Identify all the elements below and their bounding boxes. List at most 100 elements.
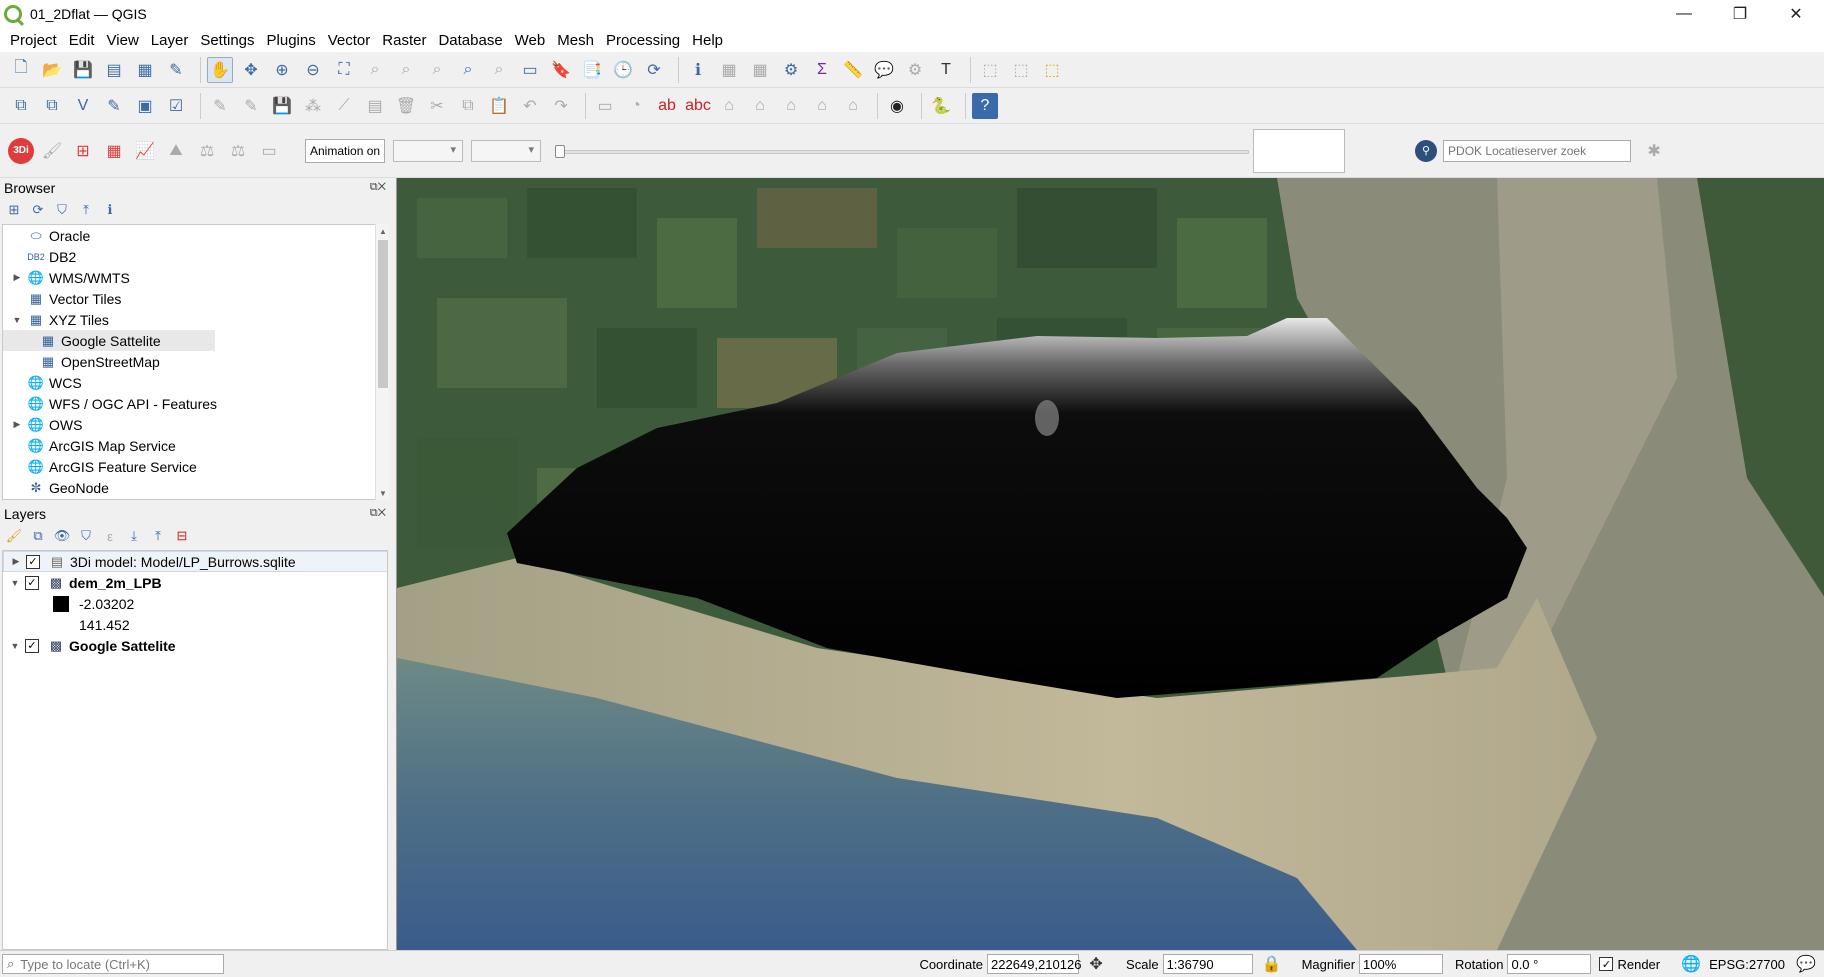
delete-selected-icon[interactable]: 🗑 [393,93,419,119]
show-bookmarks-icon[interactable]: 📑 [579,57,605,83]
locator-search[interactable]: ⌕ Type to locate (Ctrl+K) [2,954,224,974]
new-bookmark-icon[interactable]: 🔖 [548,57,574,83]
expander[interactable]: ▶ [11,272,23,283]
diagram-tool-icon[interactable]: ◔ [623,93,649,119]
expander[interactable]: ▼ [9,578,21,588]
new-project-icon[interactable]: 🗋 [8,57,34,83]
animation-type-combo[interactable] [471,139,542,162]
browser-item-geonode[interactable]: ✼ GeoNode [3,477,375,498]
new-map-view-icon[interactable]: ▭ [517,57,543,83]
filter-browser-icon[interactable]: ⛉ [52,200,72,220]
magnifier-spinbox[interactable]: 100% [1359,954,1444,974]
add-point-icon[interactable]: ⁂ [300,93,326,119]
menu-mesh[interactable]: Mesh [551,32,600,49]
expander[interactable]: ▼ [11,315,23,325]
coordinate-field[interactable]: 222649,210126 [987,954,1081,974]
panel-float-close-icon[interactable]: ⧉✕ [370,181,386,194]
redo-icon[interactable]: ↷ [548,93,574,119]
deselect-icon[interactable]: ⬚ [1008,57,1034,83]
measure-line-icon[interactable]: 📏 [840,57,866,83]
crs-label[interactable]: EPSG:27700 [1709,957,1785,972]
browser-item-google-sattelite[interactable]: ▦ Google Sattelite [3,330,215,351]
layer-visibility-checkbox[interactable]: ✓ [26,554,40,569]
save-project-icon[interactable]: 💾 [70,57,96,83]
restore-button[interactable]: ❐ [1712,0,1768,28]
zoom-last-icon[interactable]: ⌕ [455,57,481,83]
browser-item-ows[interactable]: ▶ 🌐 OWS [3,414,375,435]
modify-attributes-icon[interactable]: ▤ [362,93,388,119]
collapse-all-icon[interactable]: ⤒ [148,526,168,546]
menu-edit[interactable]: Edit [63,32,101,49]
browser-item-wfs[interactable]: 🌐 WFS / OGC API - Features [3,393,375,414]
layer-visibility-checkbox[interactable]: ✓ [25,575,39,590]
menu-help[interactable]: Help [686,32,729,49]
statistics-icon[interactable]: ⚖ [225,138,251,164]
pdok-clear-icon[interactable]: ✱ [1641,138,1667,164]
scale-combo[interactable]: 1:36790 [1162,954,1253,974]
animation-variable-combo[interactable] [393,139,464,162]
menu-settings[interactable]: Settings [194,32,260,49]
statistical-summary-icon[interactable]: Σ [809,57,835,83]
expand-all-icon[interactable]: ⤓ [124,526,144,546]
show-hide-labels-icon[interactable]: ⌂ [747,93,773,119]
render-checkbox[interactable]: ✓ [1599,957,1614,971]
layer-labeling-icon[interactable]: ab [654,93,680,119]
browser-item-arcgis-map-service[interactable]: 🌐 ArcGIS Map Service [3,435,375,456]
add-vector-layer-icon[interactable]: ⧉ [8,93,34,119]
add-raster-layer-icon[interactable]: ⧉ [39,93,65,119]
menu-plugins[interactable]: Plugins [261,32,322,49]
filter-by-expression-icon[interactable]: ε [100,526,120,546]
menu-database[interactable]: Database [432,32,508,49]
messages-icon[interactable]: 💬 [1793,951,1819,977]
result-manager-icon[interactable]: ▦ [101,138,127,164]
processing-toolbox-icon[interactable]: ⚙ [778,57,804,83]
manage-map-themes-icon[interactable]: 👁 [52,526,72,546]
expander[interactable]: ▶ [10,556,22,567]
style-manager-icon[interactable]: ✎ [163,57,189,83]
paste-features-icon[interactable]: 📋 [486,93,512,119]
menu-web[interactable]: Web [509,32,552,49]
open-attribute-table-icon[interactable]: ▦ [716,57,742,83]
menu-vector[interactable]: Vector [322,32,377,49]
toggle-extents-icon[interactable]: ✥ [1083,951,1109,977]
deselect-all-layers-icon[interactable]: ⬚ [1039,57,1065,83]
zoom-native-icon[interactable]: ⌕ [424,57,450,83]
expander[interactable]: ▶ [11,419,23,430]
cut-features-icon[interactable]: ✂ [424,93,450,119]
menu-processing[interactable]: Processing [600,32,686,49]
properties-icon[interactable]: ℹ [100,200,120,220]
add-virtual-layer-icon[interactable]: ▣ [132,93,158,119]
clear-results-icon[interactable]: 🖌 [39,138,65,164]
browser-scrollbar[interactable]: ▲ ▼ [375,224,389,500]
filter-legend-icon[interactable]: ⛉ [76,526,96,546]
add-group-icon[interactable]: ⧉ [28,526,48,546]
zoom-to-layer-icon[interactable]: ⌕ [393,57,419,83]
stats-tool-icon[interactable]: ▭ [256,138,282,164]
slider-handle[interactable] [555,144,566,158]
add-results-icon[interactable]: ⊞ [70,138,96,164]
open-field-calculator-icon[interactable]: ▦ [747,57,773,83]
zoom-to-selection-icon[interactable]: ⌕ [362,57,388,83]
zoom-next-icon[interactable]: ⌕ [486,57,512,83]
scroll-thumb[interactable] [378,240,388,388]
collapse-all-icon[interactable]: ⤒ [76,200,96,220]
pan-map-icon[interactable]: ✋ [207,56,233,83]
map-canvas[interactable] [396,178,1824,950]
layer-visibility-checkbox[interactable]: ✓ [25,638,39,653]
sideview-icon[interactable]: ⛰ [163,138,189,164]
map-tips-icon[interactable]: 💬 [871,57,897,83]
undo-icon[interactable]: ↶ [517,93,543,119]
vertex-tool-icon[interactable]: ⟋ [331,93,357,119]
panel-float-close-icon[interactable]: ⧉✕ [370,507,386,520]
rotate-label-icon[interactable]: ⌂ [809,93,835,119]
select-features-icon[interactable]: ⚙ [902,57,928,83]
animation-toggle-button[interactable]: Animation on [305,138,386,163]
browser-item-oracle[interactable]: ⬭ Oracle [3,225,375,246]
identify-features-icon[interactable]: ℹ [685,57,711,83]
add-mesh-layer-icon[interactable]: ☑ [163,93,189,119]
zoom-in-icon[interactable]: ⊕ [269,57,295,83]
browser-item-xyz-tiles[interactable]: ▼ ▦ XYZ Tiles [3,309,375,330]
labeling-options-icon[interactable]: abc [685,93,711,119]
digitize-icon[interactable]: ✎ [101,93,127,119]
zoom-full-icon[interactable]: ⛶ [331,57,357,83]
